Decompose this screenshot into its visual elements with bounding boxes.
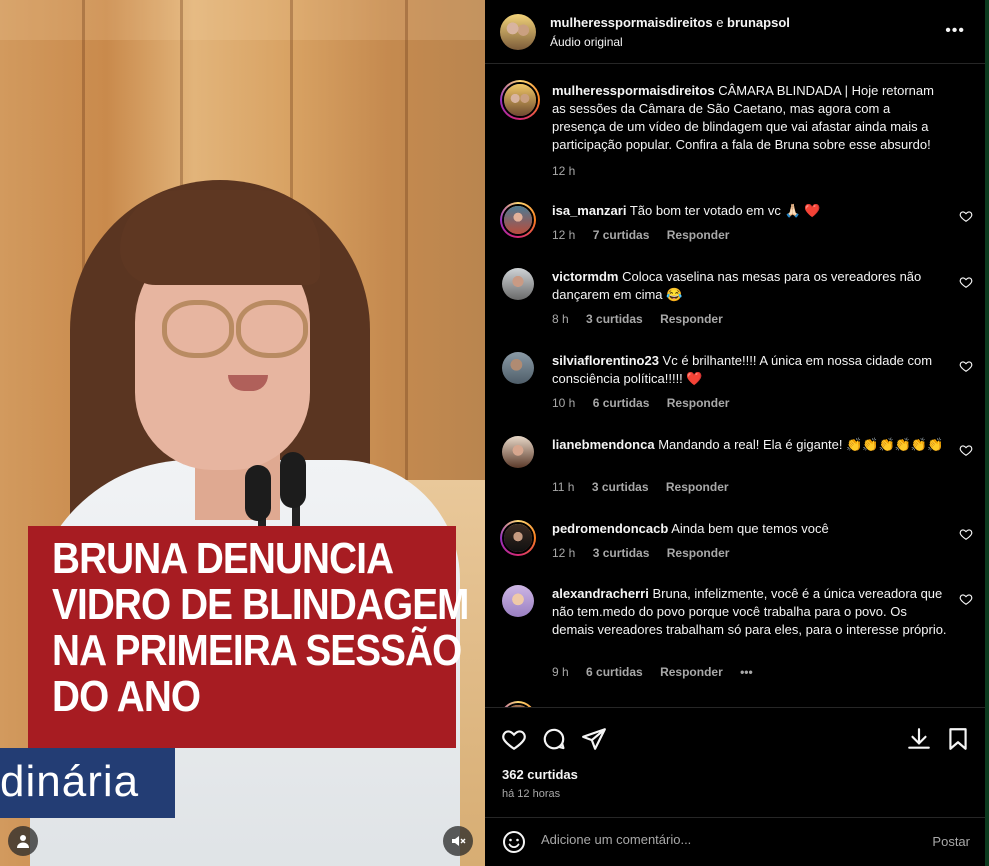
like-comment-heart-icon[interactable] (959, 359, 973, 373)
comment-time: 12 h (552, 546, 576, 560)
comment-time: 10 h (552, 396, 576, 410)
reply-button[interactable]: Responder (667, 396, 730, 410)
post-button[interactable]: Postar (932, 834, 970, 849)
comment-likes[interactable]: 7 curtidas (593, 228, 650, 242)
comments-list[interactable]: mulheresspormaisdireitos CÂMARA BLINDADA… (485, 65, 985, 707)
comment-text: victormdm Coloca vaselina nas mesas para… (552, 268, 947, 304)
headline-line: BRUNA DENUNCIA (52, 534, 394, 583)
like-comment-heart-icon[interactable] (959, 443, 973, 457)
reply-button[interactable]: Responder (667, 546, 730, 560)
comment-body: Tão bom ter votado em vc 🙏🏻 ❤️ (629, 203, 821, 218)
comment-username[interactable]: pedromendoncacb (552, 521, 668, 536)
comment-likes[interactable]: 6 curtidas (586, 665, 643, 679)
header-user1[interactable]: mulheresspormaisdireitos (550, 15, 713, 30)
user-icon (17, 835, 29, 848)
comment-likes[interactable]: 3 curtidas (592, 480, 649, 494)
comment-username[interactable]: silviaflorentino23 (552, 353, 659, 368)
comment-meta: 8 h 3 curtidas Responder (552, 312, 737, 326)
comment-body: Ainda bem que temos você (671, 521, 829, 536)
comment-meta: 12 h 7 curtidas Responder (552, 228, 743, 242)
microphone (280, 452, 306, 508)
caption-meta: 12 h (552, 164, 589, 178)
commenter-avatar[interactable] (502, 268, 534, 300)
comment-likes[interactable]: 3 curtidas (593, 546, 650, 560)
user-tags-button[interactable] (8, 826, 38, 856)
headline-line: DO ANO (52, 672, 201, 721)
caption-time: 12 h (552, 164, 576, 178)
heart-icon[interactable] (501, 726, 527, 752)
header-user2[interactable]: brunapsol (727, 15, 790, 30)
commenter-avatar[interactable] (502, 436, 534, 468)
comment-likes[interactable]: 6 curtidas (593, 396, 650, 410)
comment-meta: 10 h 6 curtidas Responder (552, 396, 743, 410)
muted-speaker-icon (452, 836, 466, 846)
like-comment-heart-icon[interactable] (959, 275, 973, 289)
like-comment-heart-icon[interactable] (959, 527, 973, 541)
caption-username[interactable]: mulheresspormaisdireitos (552, 83, 715, 98)
comment-username[interactable]: alexandracherri (552, 586, 649, 601)
commenter-avatar[interactable] (500, 520, 536, 556)
comment-time: 11 h (552, 480, 575, 494)
comment-time: 9 h (552, 665, 569, 679)
comment-body: Mandando a real! Ela é gigante! 👏👏👏👏👏👏 (658, 437, 944, 452)
reply-button[interactable]: Responder (666, 480, 729, 494)
glasses-left (162, 300, 234, 358)
mute-button[interactable] (443, 826, 473, 856)
caption-text: mulheresspormaisdireitos CÂMARA BLINDADA… (552, 82, 947, 154)
commenter-avatar[interactable] (502, 352, 534, 384)
more-options-button[interactable]: ••• (945, 22, 965, 40)
header-usernames: mulheresspormaisdireitos e brunapsol (550, 15, 790, 30)
microphone (245, 465, 271, 521)
reply-button[interactable]: Responder (667, 228, 730, 242)
comment-username[interactable]: victormdm (552, 269, 618, 284)
like-comment-heart-icon[interactable] (959, 209, 973, 223)
comment-text: lianebmendonca Mandando a real! Ela é gi… (552, 436, 947, 454)
original-audio-link[interactable]: Áudio original (550, 35, 623, 49)
post-actions: 362 curtidas há 12 horas (485, 707, 985, 827)
bookmark-icon[interactable] (945, 726, 971, 752)
post-header: mulheresspormaisdireitos e brunapsol Áud… (485, 0, 985, 64)
comment-username[interactable]: lianebmendonca (552, 437, 655, 452)
comment-text: silviaflorentino23 Vc é brilhante!!!! A … (552, 352, 947, 388)
comment-username[interactable]: isa_manzari (552, 203, 626, 218)
glasses-right (236, 300, 308, 358)
comment-likes[interactable]: 3 curtidas (586, 312, 643, 326)
video-player[interactable]: BRUNA DENUNCIA VIDRO DE BLINDAGEM NA PRI… (0, 0, 485, 866)
comment-icon[interactable] (541, 726, 567, 752)
background-wall (0, 0, 485, 40)
comment-meta: 11 h 3 curtidas Responder (552, 480, 743, 494)
commenter-avatar[interactable] (500, 202, 536, 238)
add-comment-bar: Postar (485, 817, 985, 866)
lower-third-text: dinária (0, 757, 140, 806)
comment-time: 8 h (552, 312, 569, 326)
commenter-avatar[interactable] (502, 585, 534, 617)
header-connector: e (716, 15, 724, 30)
comment-more-options-button[interactable]: ••• (740, 665, 753, 679)
caption-avatar[interactable] (500, 80, 540, 120)
headline-line: VIDRO DE BLINDAGEM (52, 580, 469, 629)
comment-meta: 9 h 6 curtidas Responder ••• (552, 665, 767, 679)
video-headline: BRUNA DENUNCIA VIDRO DE BLINDAGEM NA PRI… (52, 534, 469, 721)
download-icon[interactable] (906, 726, 932, 752)
comment-meta: 12 h 3 curtidas Responder (552, 546, 743, 560)
reply-button[interactable]: Responder (660, 665, 723, 679)
share-icon[interactable] (581, 726, 607, 752)
comment-text: alexandracherri Bruna, infelizmente, voc… (552, 585, 947, 639)
more-horizontal-icon: ••• (945, 22, 965, 39)
comment-input[interactable] (541, 832, 901, 847)
post-timestamp: há 12 horas (502, 788, 561, 800)
emoji-icon[interactable] (502, 830, 526, 854)
comment-time: 12 h (552, 228, 576, 242)
like-count[interactable]: 362 curtidas (502, 767, 578, 782)
headline-line: NA PRIMEIRA SESSÃO (52, 626, 462, 675)
like-comment-heart-icon[interactable] (959, 592, 973, 606)
comment-text: pedromendoncacb Ainda bem que temos você (552, 520, 947, 538)
reply-button[interactable]: Responder (660, 312, 723, 326)
speaker-bangs (120, 190, 320, 285)
post-side-panel: mulheresspormaisdireitos e brunapsol Áud… (485, 0, 985, 866)
comment-text: isa_manzari Tão bom ter votado em vc 🙏🏻 … (552, 202, 947, 220)
window-edge (985, 0, 989, 866)
collab-avatar[interactable] (500, 14, 536, 50)
